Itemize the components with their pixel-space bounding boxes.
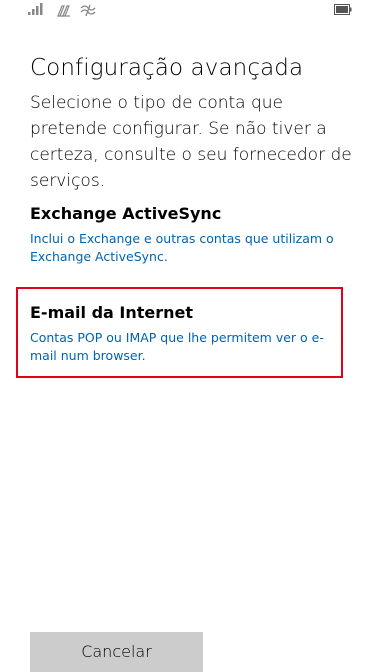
exchange-activesync-option[interactable]: Exchange ActiveSync Inclui o Exchange e … [16, 204, 341, 274]
option-title: E-mail da Internet [30, 303, 194, 322]
internet-email-option[interactable]: E-mail da Internet Contas POP ou IMAP qu… [16, 287, 343, 378]
battery-icon [334, 4, 352, 15]
cancel-button[interactable]: Cancelar [30, 632, 203, 672]
page-title: Configuração avançada [30, 55, 304, 81]
option-title: Exchange ActiveSync [30, 204, 222, 223]
signal-strength-icon [28, 3, 43, 15]
page-description: Selecione o tipo de conta que pretende c… [30, 93, 352, 191]
option-description: Inclui o Exchange e outras contas que ut… [30, 231, 334, 264]
option-description: Contas POP ou IMAP que lhe permitem ver … [30, 330, 324, 363]
status-bar [0, 0, 370, 20]
cellular-data-icon [80, 4, 96, 17]
wifi-icon [57, 5, 70, 17]
